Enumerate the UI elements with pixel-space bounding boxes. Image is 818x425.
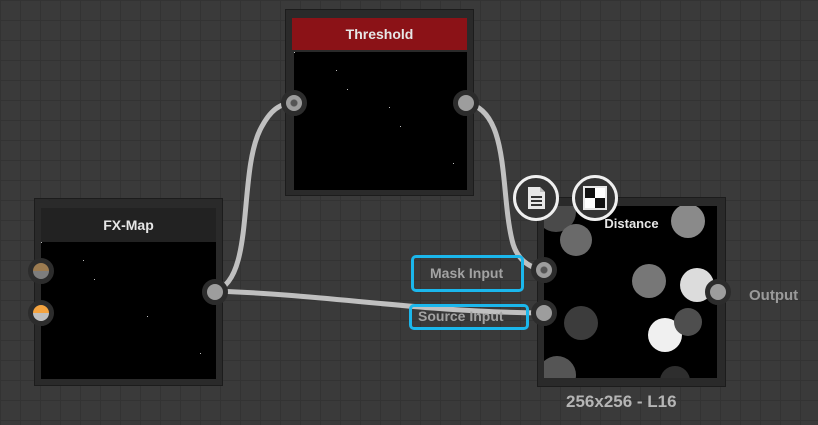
threshold-input-port[interactable] [281,90,307,116]
distance-node-title: Distance [604,216,659,231]
distance-node[interactable]: Distance [537,197,726,387]
mask-input-port[interactable] [531,257,557,283]
fxmap-node-title: FX-Map [41,208,216,242]
distance-size-label: 256x256 - L16 [566,392,677,411]
preview-speck [347,89,348,90]
threshold-preview [294,52,467,190]
preview-speck [389,107,390,108]
fxmap-input-port-2[interactable] [28,300,54,326]
distance-output-port[interactable] [705,279,731,305]
preview-speck [41,242,42,243]
preview-speck [83,260,84,261]
preview-speck [147,316,148,317]
preview-speck [200,353,201,354]
threshold-node-title: Threshold [292,18,467,50]
threshold-node[interactable]: Threshold [285,9,474,196]
preview-speck [336,70,337,71]
fxmap-node[interactable]: FX-Map [34,198,223,386]
fxmap-input-port-1[interactable] [28,258,54,284]
preview-speck [453,163,454,164]
preview-speck [294,52,295,53]
preview-speck [94,279,95,280]
source-input-highlight [409,304,529,330]
fxmap-preview [41,242,216,379]
source-input-port[interactable] [531,300,557,326]
fxmap-output-port[interactable] [202,279,228,305]
distance-output-label: Output [749,287,799,304]
document-icon[interactable] [513,175,559,221]
threshold-output-port[interactable] [453,90,479,116]
checkerboard-icon[interactable] [572,175,618,221]
preview-speck [400,126,401,127]
mask-input-highlight [411,255,524,292]
distance-preview [544,206,717,378]
